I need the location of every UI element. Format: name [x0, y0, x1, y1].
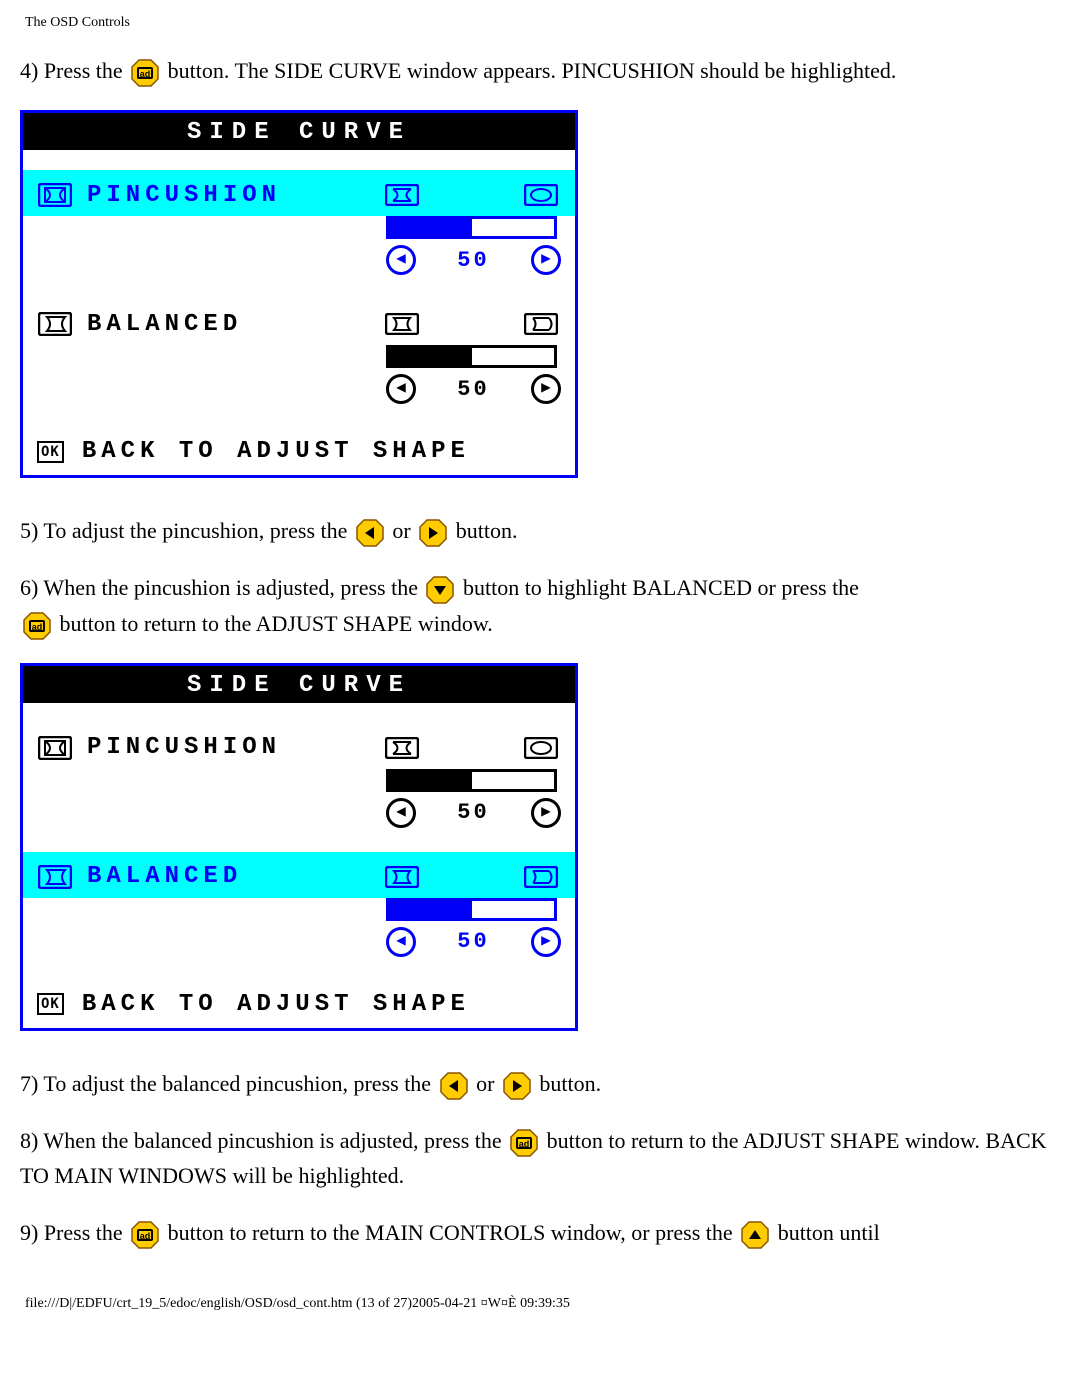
balanced-slider-row: ◀ 50 ▶ [23, 345, 575, 408]
ok-icon: OK [37, 993, 64, 1015]
step9-text-c: button until [778, 1220, 880, 1245]
back-label: BACK TO ADJUST SHAPE [64, 991, 470, 1018]
page-header: The OSD Controls [25, 15, 1060, 31]
osd-row-balanced[interactable]: BALANCED [23, 299, 575, 345]
pincushion-min-icon [384, 736, 420, 760]
pincushion-max-icon [523, 736, 559, 760]
pincushion-slider[interactable] [386, 769, 557, 792]
osd-back-row[interactable]: OK BACK TO ADJUST SHAPE [23, 981, 575, 1028]
pincushion-slider[interactable] [386, 216, 557, 239]
step6-text-b: button to highlight BALANCED or press th… [463, 575, 859, 600]
right-arrow-icon[interactable]: ▶ [531, 927, 561, 957]
osd-row-pincushion[interactable]: PINCUSHION [23, 723, 575, 769]
left-arrow-icon[interactable]: ◀ [386, 798, 416, 828]
down-button-icon [426, 576, 454, 604]
balanced-icon [37, 864, 73, 890]
svg-text:ad: ad [32, 622, 43, 632]
osd-spacer [23, 832, 575, 852]
right-arrow-icon[interactable]: ▶ [531, 374, 561, 404]
ok-button-icon: ad [23, 612, 51, 640]
osd-gap [23, 150, 575, 170]
left-button-icon [440, 1072, 468, 1100]
right-arrow-icon[interactable]: ▶ [531, 798, 561, 828]
step-9: 9) Press the ad button to return to the … [20, 1215, 1060, 1250]
pincushion-min-icon [384, 183, 420, 207]
step7-text-b: button. [539, 1071, 601, 1096]
step-7: 7) To adjust the balanced pincushion, pr… [20, 1066, 1060, 1101]
osd-title: SIDE CURVE [23, 113, 575, 150]
balanced-value: 50 [457, 929, 489, 954]
step4-text-b: button. The SIDE CURVE window appears. P… [168, 58, 897, 83]
pincushion-value: 50 [457, 248, 489, 273]
ok-icon: OK [37, 441, 64, 463]
pincushion-max-icon [523, 183, 559, 207]
svg-text:ad: ad [140, 69, 151, 79]
osd-panel-pincushion-selected: SIDE CURVE PINCUSHION ◀ 50 ▶ [20, 110, 578, 478]
step4-text-a: 4) Press the [20, 58, 128, 83]
balanced-slider-fill [389, 901, 472, 918]
osd-spacer [23, 279, 575, 299]
balanced-max-icon [523, 312, 559, 336]
balanced-slider-row: ◀ 50 ▶ [23, 898, 575, 961]
osd-spacer [23, 408, 575, 428]
balanced-value: 50 [457, 377, 489, 402]
osd-row-pincushion[interactable]: PINCUSHION [23, 170, 575, 216]
osd-gap [23, 703, 575, 723]
balanced-slider[interactable] [386, 345, 557, 368]
step7-text-a: 7) To adjust the balanced pincushion, pr… [20, 1071, 437, 1096]
step9-text-a: 9) Press the [20, 1220, 128, 1245]
osd-back-row[interactable]: OK BACK TO ADJUST SHAPE [23, 428, 575, 475]
balanced-slider[interactable] [386, 898, 557, 921]
footer-file-path: file:///D|/EDFU/crt_19_5/edoc/english/OS… [25, 1296, 1060, 1312]
ok-button-icon: ad [510, 1129, 538, 1157]
step-8: 8) When the balanced pincushion is adjus… [20, 1123, 1060, 1193]
pincushion-label: PINCUSHION [73, 182, 384, 209]
step6-text-c: button to return to the ADJUST SHAPE win… [60, 611, 493, 636]
left-arrow-icon[interactable]: ◀ [386, 245, 416, 275]
right-arrow-icon[interactable]: ▶ [531, 245, 561, 275]
up-button-icon [741, 1221, 769, 1249]
osd-row-balanced[interactable]: BALANCED [23, 852, 575, 898]
balanced-min-icon [384, 865, 420, 889]
pincushion-slider-fill [389, 219, 472, 236]
pincushion-icon [37, 182, 73, 208]
pincushion-slider-row: ◀ 50 ▶ [23, 769, 575, 832]
balanced-label: BALANCED [73, 863, 384, 890]
step9-text-b: button to return to the MAIN CONTROLS wi… [168, 1220, 739, 1245]
pincushion-label: PINCUSHION [73, 734, 384, 761]
svg-text:ad: ad [519, 1139, 530, 1149]
pincushion-value: 50 [457, 800, 489, 825]
osd-title: SIDE CURVE [23, 666, 575, 703]
step7-or: or [476, 1071, 500, 1096]
step8-text-a: 8) When the balanced pincushion is adjus… [20, 1128, 507, 1153]
step5-or: or [392, 518, 416, 543]
ok-button-icon: ad [131, 59, 159, 87]
step6-text-a: 6) When the pincushion is adjusted, pres… [20, 575, 423, 600]
balanced-slider-fill [389, 348, 472, 365]
back-label: BACK TO ADJUST SHAPE [64, 438, 470, 465]
left-arrow-icon[interactable]: ◀ [386, 927, 416, 957]
step5-text-a: 5) To adjust the pincushion, press the [20, 518, 353, 543]
step5-text-b: button. [456, 518, 518, 543]
left-arrow-icon[interactable]: ◀ [386, 374, 416, 404]
pincushion-icon [37, 735, 73, 761]
pincushion-slider-row: ◀ 50 ▶ [23, 216, 575, 279]
right-button-icon [419, 519, 447, 547]
osd-spacer [23, 961, 575, 981]
step-6: 6) When the pincushion is adjusted, pres… [20, 570, 1060, 640]
balanced-icon [37, 311, 73, 337]
balanced-label: BALANCED [73, 311, 384, 338]
svg-text:ad: ad [140, 1231, 151, 1241]
pincushion-slider-fill [389, 772, 472, 789]
ok-button-icon: ad [131, 1221, 159, 1249]
left-button-icon [356, 519, 384, 547]
step-4: 4) Press the ad button. The SIDE CURVE w… [20, 53, 1060, 88]
balanced-min-icon [384, 312, 420, 336]
step-5: 5) To adjust the pincushion, press the o… [20, 513, 1060, 548]
balanced-max-icon [523, 865, 559, 889]
right-button-icon [503, 1072, 531, 1100]
osd-panel-balanced-selected: SIDE CURVE PINCUSHION ◀ 50 ▶ [20, 663, 578, 1031]
